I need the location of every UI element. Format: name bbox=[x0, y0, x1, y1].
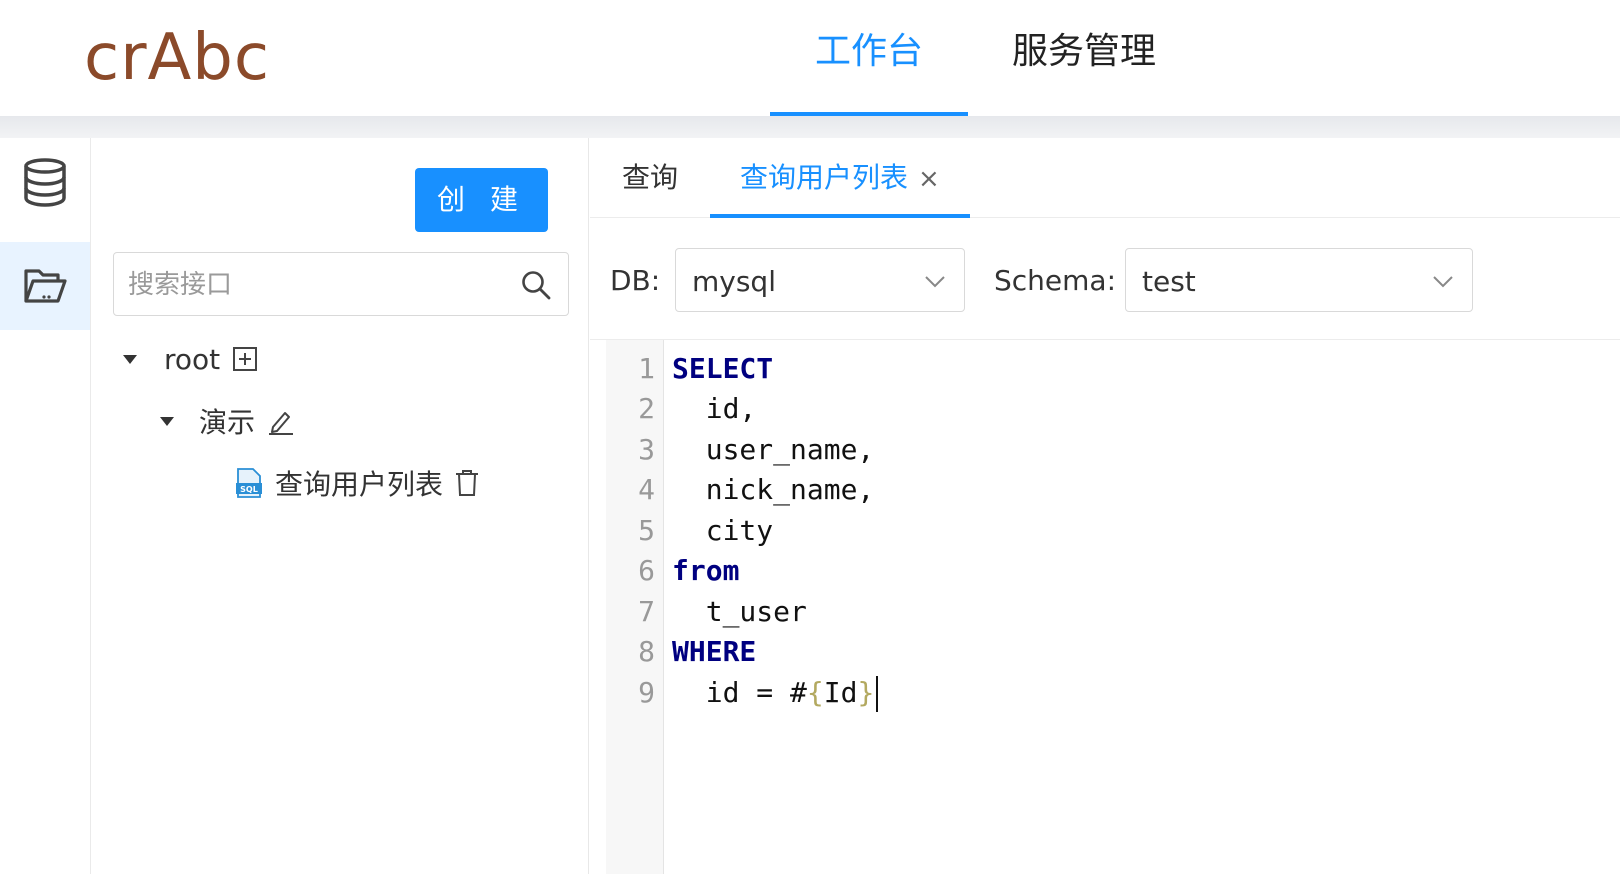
code-line-param: id = #{Id} bbox=[672, 676, 879, 712]
line-number: 4 bbox=[638, 473, 655, 506]
code-token-var: Id bbox=[823, 676, 858, 709]
code-token-brace: } bbox=[857, 676, 875, 709]
db-select[interactable]: mysql bbox=[675, 248, 965, 312]
tree-node-group[interactable]: 演示 bbox=[160, 399, 295, 443]
line-number: 5 bbox=[638, 514, 655, 547]
line-number: 6 bbox=[638, 554, 655, 587]
svg-text:SQL: SQL bbox=[240, 485, 258, 494]
line-number: 1 bbox=[638, 352, 655, 385]
nav-tab-workbench[interactable]: 工作台 bbox=[770, 0, 968, 116]
sql-file-icon: SQL bbox=[236, 468, 262, 498]
icon-rail bbox=[0, 138, 91, 874]
delete-icon[interactable] bbox=[455, 469, 479, 497]
chevron-down-icon bbox=[925, 276, 945, 288]
tree-node-root[interactable]: root bbox=[123, 337, 258, 381]
code-token: id = # bbox=[672, 676, 807, 709]
schema-label: Schema: bbox=[994, 264, 1117, 297]
code-line: id, bbox=[672, 392, 757, 425]
search-box bbox=[113, 252, 569, 316]
tree-node-label: 查询用户列表 bbox=[275, 468, 444, 501]
connection-toolbar: DB: mysql Schema: test bbox=[590, 218, 1620, 340]
code-line: user_name, bbox=[672, 433, 875, 466]
close-icon[interactable]: × bbox=[918, 164, 940, 194]
caret-down-icon[interactable] bbox=[123, 354, 137, 364]
chevron-down-icon bbox=[1433, 276, 1453, 288]
search-input[interactable] bbox=[128, 265, 508, 305]
line-number: 2 bbox=[638, 392, 655, 425]
schema-select-value: test bbox=[1142, 265, 1196, 298]
code-line: nick_name, bbox=[672, 473, 875, 506]
editor-main: 查询 查询用户列表 × DB: mysql Schema: test 1 2 3 … bbox=[590, 138, 1620, 874]
sql-editor[interactable]: 1 2 3 4 5 6 7 8 9 SELECT id, user_name, … bbox=[606, 340, 1620, 874]
code-line-keyword: WHERE bbox=[672, 635, 757, 668]
line-number: 3 bbox=[638, 433, 655, 466]
rail-item-interfaces[interactable] bbox=[0, 242, 90, 330]
database-icon bbox=[24, 158, 66, 207]
line-number: 8 bbox=[638, 635, 655, 668]
create-button[interactable]: 创 建 bbox=[415, 168, 548, 232]
edit-icon[interactable] bbox=[267, 407, 295, 435]
tab-label: 查询用户列表 bbox=[740, 161, 909, 194]
add-square-icon[interactable] bbox=[232, 346, 258, 372]
line-number: 7 bbox=[638, 595, 655, 628]
search-icon[interactable] bbox=[520, 269, 552, 301]
tab-query-user-list[interactable]: 查询用户列表 × bbox=[710, 138, 970, 218]
rail-item-database[interactable] bbox=[0, 138, 90, 226]
line-number-gutter: 1 2 3 4 5 6 7 8 9 bbox=[606, 340, 664, 874]
folder-open-icon bbox=[24, 269, 67, 303]
code-line-keyword: SELECT bbox=[672, 352, 774, 385]
tree-node-label: 演示 bbox=[199, 406, 256, 439]
db-label: DB: bbox=[610, 264, 661, 297]
caret-down-icon[interactable] bbox=[160, 416, 174, 426]
code-line: t_user bbox=[672, 595, 807, 628]
header-divider-band bbox=[0, 116, 1620, 138]
line-number: 9 bbox=[638, 676, 655, 709]
tab-query[interactable]: 查询 bbox=[622, 138, 678, 218]
schema-select[interactable]: test bbox=[1125, 248, 1473, 312]
text-cursor bbox=[876, 676, 879, 712]
app-logo[interactable]: crAbc bbox=[84, 18, 270, 98]
top-header: crAbc 工作台 服务管理 bbox=[0, 0, 1620, 116]
tree-node-leaf[interactable]: SQL 查询用户列表 bbox=[235, 461, 479, 505]
interface-tree-panel: 创 建 root 演示 SQL 查询用户列表 bbox=[91, 138, 589, 874]
tree-node-label: root bbox=[164, 342, 221, 376]
editor-tabs: 查询 查询用户列表 × bbox=[590, 138, 1620, 218]
code-line: city bbox=[672, 514, 774, 547]
code-token-brace: { bbox=[806, 676, 824, 709]
db-select-value: mysql bbox=[692, 265, 776, 298]
nav-tab-service-management[interactable]: 服务管理 bbox=[990, 0, 1178, 116]
code-line-keyword: from bbox=[672, 554, 740, 587]
